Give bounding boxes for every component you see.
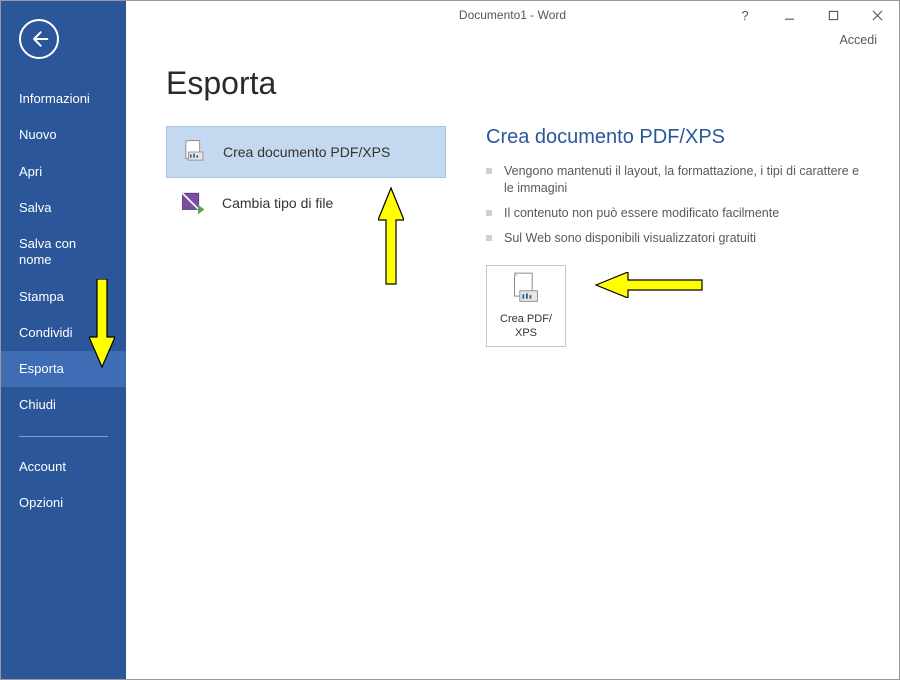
close-button[interactable] bbox=[855, 1, 899, 29]
annotation-arrow-button bbox=[594, 272, 704, 298]
maximize-icon bbox=[828, 10, 839, 21]
change-filetype-icon bbox=[180, 190, 206, 216]
nav-salva[interactable]: Salva bbox=[1, 190, 126, 226]
bullet-text: Il contenuto non può essere modificato f… bbox=[504, 205, 779, 222]
minimize-icon bbox=[784, 10, 795, 21]
titlebar: Documento1 - Word ? bbox=[126, 1, 899, 29]
bullet-text: Vengono mantenuti il layout, la formatta… bbox=[504, 163, 869, 197]
nav-opzioni[interactable]: Opzioni bbox=[1, 485, 126, 521]
nav-label: Stampa bbox=[19, 289, 64, 304]
create-pdfxps-label: Crea PDF/ XPS bbox=[500, 313, 552, 339]
nav-label: Apri bbox=[19, 164, 42, 179]
bullet-item: Sul Web sono disponibili visualizzatori … bbox=[486, 226, 869, 251]
nav-chiudi[interactable]: Chiudi bbox=[1, 387, 126, 423]
nav-esporta[interactable]: Esporta bbox=[1, 351, 126, 387]
nav-label: Chiudi bbox=[19, 397, 56, 412]
back-button[interactable] bbox=[19, 19, 59, 59]
signin-link[interactable]: Accedi bbox=[126, 29, 899, 47]
detail-title: Crea documento PDF/XPS bbox=[486, 126, 869, 149]
bullet-item: Il contenuto non può essere modificato f… bbox=[486, 201, 869, 226]
minimize-button[interactable] bbox=[767, 1, 811, 29]
nav-informazioni[interactable]: Informazioni bbox=[1, 81, 126, 117]
detail-bullets: Vengono mantenuti il layout, la formatta… bbox=[486, 159, 869, 251]
create-pdfxps-button[interactable]: Crea PDF/ XPS bbox=[486, 265, 566, 347]
nav-apri[interactable]: Apri bbox=[1, 154, 126, 190]
export-options-list: Crea documento PDF/XPS Cambia tipo di fi… bbox=[166, 126, 446, 347]
export-option-label: Crea documento PDF/XPS bbox=[223, 144, 390, 160]
close-icon bbox=[872, 10, 883, 21]
nav-label: Informazioni bbox=[19, 91, 90, 106]
backstage-sidebar: Informazioni Nuovo Apri Salva Salva con … bbox=[1, 1, 126, 679]
page-title: Esporta bbox=[166, 65, 869, 102]
content-area: Esporta Crea documento bbox=[126, 47, 899, 679]
maximize-button[interactable] bbox=[811, 1, 855, 29]
nav-salva-con-nome[interactable]: Salva con nome bbox=[1, 226, 126, 279]
help-button[interactable]: ? bbox=[723, 1, 767, 29]
nav-label: Salva bbox=[19, 200, 52, 215]
nav-label: Opzioni bbox=[19, 495, 63, 510]
arrow-left-icon bbox=[29, 29, 49, 49]
bullet-text: Sul Web sono disponibili visualizzatori … bbox=[504, 230, 756, 247]
nav-nuovo[interactable]: Nuovo bbox=[1, 117, 126, 153]
export-option-changefiletype[interactable]: Cambia tipo di file bbox=[166, 178, 446, 228]
export-option-label: Cambia tipo di file bbox=[222, 195, 333, 211]
nav-label: Esporta bbox=[19, 361, 64, 376]
bullet-square-icon bbox=[486, 235, 492, 241]
export-columns: Crea documento PDF/XPS Cambia tipo di fi… bbox=[166, 126, 869, 347]
main-area: Documento1 - Word ? Accedi Esporta bbox=[126, 1, 899, 679]
export-detail-pane: Crea documento PDF/XPS Vengono mantenuti… bbox=[486, 126, 869, 347]
nav-label: Salva con nome bbox=[19, 236, 76, 267]
nav-account[interactable]: Account bbox=[1, 449, 126, 485]
nav-condividi[interactable]: Condividi bbox=[1, 315, 126, 351]
bullet-item: Vengono mantenuti il layout, la formatta… bbox=[486, 159, 869, 201]
nav-separator bbox=[19, 436, 108, 437]
pdfxps-doc-icon bbox=[511, 271, 541, 307]
export-option-pdfxps[interactable]: Crea documento PDF/XPS bbox=[166, 126, 446, 178]
nav-stampa[interactable]: Stampa bbox=[1, 279, 126, 315]
bullet-square-icon bbox=[486, 210, 492, 216]
nav-label: Nuovo bbox=[19, 127, 57, 142]
pdfxps-icon bbox=[181, 139, 207, 165]
nav-label: Account bbox=[19, 459, 66, 474]
nav-label: Condividi bbox=[19, 325, 72, 340]
window-controls: ? bbox=[723, 1, 899, 29]
bullet-square-icon bbox=[486, 168, 492, 174]
